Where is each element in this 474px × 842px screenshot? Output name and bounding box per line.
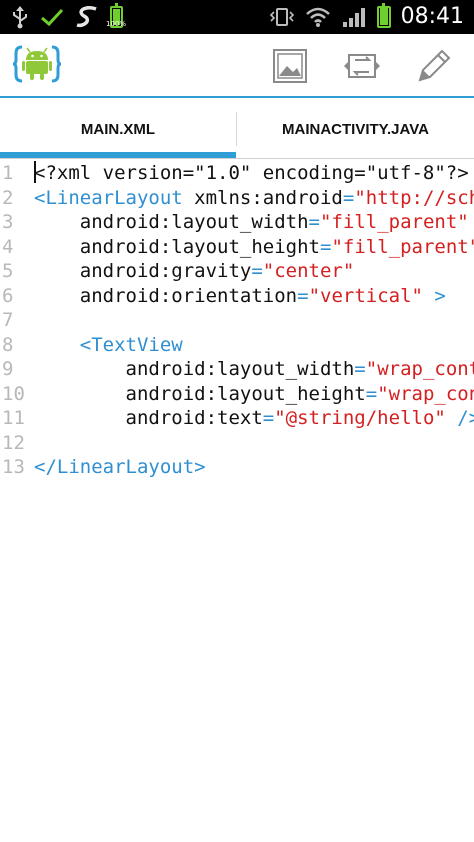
line-number: 1	[2, 162, 14, 184]
code-line[interactable]: 6 android:orientation="vertical" >	[0, 285, 474, 310]
code-token: >	[422, 284, 446, 307]
code-token: <TextView	[34, 333, 183, 356]
code-token: android:text	[34, 407, 263, 429]
code-line[interactable]: 4 android:layout_height="fill_parent"	[0, 236, 474, 261]
code-line[interactable]: 10 android:layout_height="wrap_cont	[0, 383, 474, 408]
swap-icon[interactable]	[342, 46, 382, 86]
code-token: "fill_parent"	[331, 235, 474, 258]
code-token: android:gravity	[34, 260, 252, 282]
code-token: =	[308, 211, 320, 233]
line-number: 5	[2, 260, 14, 282]
line-number: 12	[2, 431, 25, 454]
status-bar-system: 08:41	[269, 3, 464, 30]
code-token: />	[457, 407, 474, 429]
code-text: android:gravity="center"	[34, 260, 355, 282]
code-line[interactable]: 7	[0, 309, 474, 334]
code-token: android:orientation	[34, 284, 298, 307]
code-token: =	[319, 235, 332, 258]
code-text: <?xml version="1.0" encoding="utf-8"?>	[34, 162, 469, 184]
line-number: 6	[2, 284, 14, 307]
code-token: android:layout_height	[34, 235, 320, 258]
code-token: xmlns:android	[182, 186, 343, 209]
code-line[interactable]: 9 android:layout_width="wrap_conte	[0, 358, 474, 383]
line-number: 10	[2, 382, 25, 405]
code-line[interactable]: 3 android:layout_width="fill_parent"	[0, 211, 474, 236]
action-bar	[0, 34, 474, 98]
status-time: 08:41	[400, 4, 464, 29]
code-token: "fill_parent"	[320, 211, 469, 233]
status-bar-notifications: 100%	[10, 3, 126, 30]
code-token: =	[342, 186, 355, 209]
code-line[interactable]: 11 android:text="@string/hello" />	[0, 407, 474, 432]
code-line[interactable]: 12	[0, 432, 474, 457]
code-text: <LinearLayout xmlns:android="http://sche	[34, 187, 474, 209]
code-editor[interactable]: 1 <?xml version="1.0" encoding="utf-8"?> 2…	[0, 160, 474, 842]
code-text: android:layout_width="wrap_conte	[34, 358, 474, 380]
code-token: "vertical"	[308, 284, 423, 307]
battery-icon: 100%	[106, 3, 126, 28]
code-token: "wrap_conte	[365, 358, 474, 380]
code-line[interactable]: 2 <LinearLayout xmlns:android="http://sch…	[0, 187, 474, 212]
code-text: android:orientation="vertical" >	[34, 285, 446, 307]
signal-icon	[342, 8, 365, 27]
status-bar: 100% 08:41	[0, 0, 474, 34]
code-token: =	[354, 358, 366, 380]
check-icon	[41, 8, 64, 27]
selected-tab-indicator	[0, 152, 236, 158]
app-s-icon	[76, 5, 97, 28]
wifi-icon	[305, 7, 330, 27]
vibrate-icon	[269, 8, 294, 26]
code-token: "@string/hello"	[274, 407, 446, 429]
battery-percent: 100%	[106, 20, 127, 28]
tab-mainactivity-java[interactable]: MAINACTIVITY.JAVA	[237, 100, 474, 158]
pencil-icon[interactable]	[414, 46, 454, 86]
code-text: <TextView	[34, 334, 183, 356]
code-token: <LinearLayout	[34, 186, 183, 209]
line-number: 7	[2, 309, 14, 331]
code-line[interactable]: 1 <?xml version="1.0" encoding="utf-8"?>	[0, 162, 474, 187]
line-number: 4	[2, 235, 14, 258]
code-token: "wrap_cont	[377, 382, 474, 405]
code-token: <?xml version="1.0" encoding="utf-8"?>	[34, 162, 469, 184]
file-tabs: MAIN.XML MAINACTIVITY.JAVA	[0, 100, 474, 159]
code-line[interactable]: 8 <TextView	[0, 334, 474, 359]
code-text: android:layout_height="wrap_cont	[34, 383, 474, 405]
code-text: android:text="@string/hello" />	[34, 407, 474, 429]
code-token: "center"	[262, 260, 355, 282]
code-token: =	[262, 407, 275, 429]
code-token: =	[251, 260, 263, 282]
code-text: </LinearLayout>	[34, 456, 206, 478]
line-number: 9	[2, 358, 14, 380]
tab-label: MAIN.XML	[80, 120, 156, 138]
line-number: 11	[2, 407, 25, 429]
code-token: </LinearLayout>	[34, 456, 206, 478]
tab-label: MAINACTIVITY.JAVA	[282, 120, 429, 138]
usb-icon	[13, 6, 27, 29]
code-text: android:layout_width="fill_parent"	[34, 211, 469, 233]
code-line[interactable]: 5 android:gravity="center"	[0, 260, 474, 285]
code-token: android:layout_width	[34, 358, 355, 380]
code-token: =	[365, 382, 378, 405]
tab-main-xml[interactable]: MAIN.XML	[0, 100, 236, 158]
battery-status-icon	[376, 3, 391, 28]
android-logo-icon[interactable]	[12, 44, 62, 84]
code-text: android:layout_height="fill_parent"	[34, 236, 474, 258]
line-number: 13	[2, 456, 25, 478]
image-icon[interactable]	[270, 46, 310, 86]
line-number: 2	[2, 186, 14, 209]
code-token: =	[297, 284, 309, 307]
code-line[interactable]: 13 </LinearLayout>	[0, 456, 474, 481]
code-token: android:layout_height	[34, 382, 366, 405]
line-number: 3	[2, 211, 14, 233]
line-number: 8	[2, 333, 14, 356]
code-token: "http://sche	[354, 186, 474, 209]
code-token: android:layout_width	[34, 211, 309, 233]
